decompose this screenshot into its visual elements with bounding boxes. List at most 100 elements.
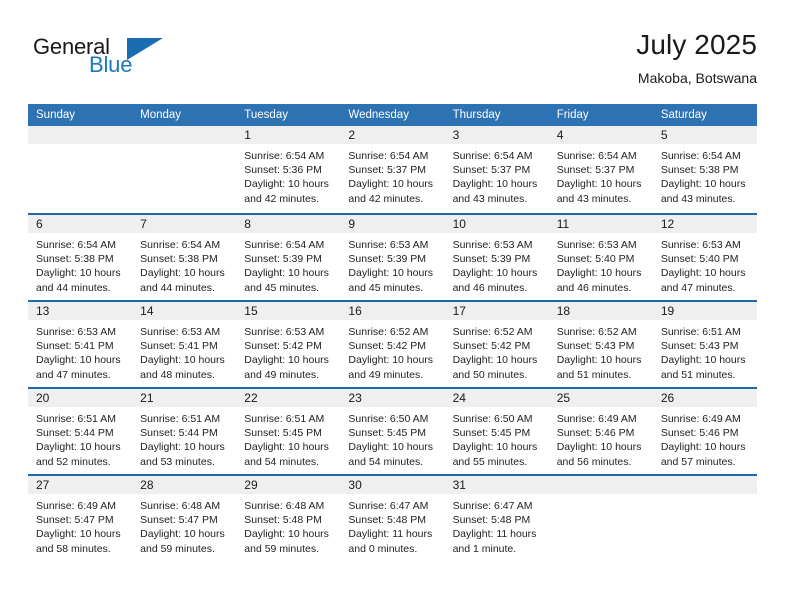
day-detail-line: Sunrise: 6:51 AM <box>140 413 221 425</box>
day-detail-line: Daylight: 10 hours <box>348 354 434 367</box>
day-detail-line: and 44 minutes. <box>36 281 111 294</box>
day-cell[interactable]: 31 Sunrise: 6:47 AM Sunset: 5:48 PM Dayligh… <box>444 476 549 561</box>
day-number: 22 <box>244 391 258 405</box>
day-cell[interactable]: 1 Sunrise: 6:54 AM Sunset: 5:36 PM Daylight… <box>236 126 341 213</box>
day-detail-line: Sunset: 5:48 PM <box>348 514 427 527</box>
day-cell[interactable]: 6 Sunrise: 6:54 AM Sunset: 5:38 PM Daylight… <box>28 215 133 300</box>
day-cell[interactable]: 11 Sunrise: 6:53 AM Sunset: 5:40 PM Dayligh… <box>548 215 653 300</box>
day-details: Sunrise: 6:53 AM Sunset: 5:41 PM Daylight:… <box>132 320 236 382</box>
day-cell[interactable]: 17 Sunrise: 6:52 AM Sunset: 5:42 PM Dayligh… <box>444 302 549 387</box>
day-cell[interactable]: 9 Sunrise: 6:53 AM Sunset: 5:39 PM Daylight… <box>340 215 445 300</box>
day-number: 6 <box>36 217 43 231</box>
day-detail-line: Daylight: 10 hours <box>452 441 538 454</box>
day-cell[interactable]: 5 Sunrise: 6:54 AM Sunset: 5:38 PM Daylight… <box>652 126 757 213</box>
calendar-week-row: 1 Sunrise: 6:54 AM Sunset: 5:36 PM Daylight… <box>28 126 757 213</box>
day-number: 28 <box>140 478 154 492</box>
day-cell[interactable]: 15 Sunrise: 6:53 AM Sunset: 5:42 PM Dayligh… <box>236 302 341 387</box>
day-number: 19 <box>660 304 675 318</box>
day-details: Sunrise: 6:54 AM Sunset: 5:38 PM Daylight:… <box>653 144 757 206</box>
day-detail-line: Sunset: 5:48 PM <box>452 514 531 527</box>
day-detail-line: Sunset: 5:41 PM <box>140 340 218 353</box>
day-number-band: 13 <box>28 302 133 320</box>
day-detail-line: Sunset: 5:40 PM <box>660 253 739 266</box>
day-cell[interactable]: 18 Sunrise: 6:52 AM Sunset: 5:43 PM Dayligh… <box>548 302 653 387</box>
day-cell[interactable]: 13 Sunrise: 6:53 AM Sunset: 5:41 PM Dayligh… <box>28 302 133 387</box>
day-number-band: 3 <box>444 126 549 144</box>
day-cell[interactable]: 3 Sunrise: 6:54 AM Sunset: 5:37 PM Daylight… <box>444 126 549 213</box>
day-number-band <box>652 476 757 494</box>
day-detail-line: Sunrise: 6:53 AM <box>660 239 741 251</box>
day-details: Sunrise: 6:51 AM Sunset: 5:43 PM Daylight:… <box>653 320 757 382</box>
day-details: Sunrise: 6:51 AM Sunset: 5:44 PM Daylight:… <box>132 407 236 469</box>
day-detail-line: Sunset: 5:44 PM <box>140 427 218 440</box>
day-number-band: 8 <box>236 215 341 233</box>
day-number-band: 6 <box>28 215 133 233</box>
day-number: 18 <box>556 304 571 318</box>
day-cell[interactable]: 12 Sunrise: 6:53 AM Sunset: 5:40 PM Dayligh… <box>652 215 757 300</box>
day-number: 4 <box>556 128 564 142</box>
day-details: Sunrise: 6:52 AM Sunset: 5:43 PM Daylight:… <box>549 320 653 382</box>
day-cell[interactable]: 2 Sunrise: 6:54 AM Sunset: 5:37 PM Daylight… <box>340 126 445 213</box>
day-number-band: 17 <box>444 302 549 320</box>
day-detail-line: Sunrise: 6:51 AM <box>36 413 116 425</box>
weekday-header-sunday: Sunday <box>36 109 76 121</box>
day-cell[interactable]: 14 Sunrise: 6:53 AM Sunset: 5:41 PM Dayligh… <box>132 302 237 387</box>
day-detail-line: Daylight: 10 hours <box>660 267 746 280</box>
day-cell[interactable]: 7 Sunrise: 6:54 AM Sunset: 5:38 PM Daylight… <box>132 215 237 300</box>
day-details: Sunrise: 6:54 AM Sunset: 5:38 PM Daylight:… <box>132 233 236 295</box>
day-cell[interactable]: 23 Sunrise: 6:50 AM Sunset: 5:45 PM Dayligh… <box>340 389 445 474</box>
day-detail-line: Daylight: 10 hours <box>660 178 746 191</box>
day-number: 14 <box>140 304 154 318</box>
day-details: Sunrise: 6:47 AM Sunset: 5:48 PM Daylight:… <box>445 494 549 556</box>
day-detail-line: Daylight: 10 hours <box>244 178 329 191</box>
day-detail-line: Daylight: 10 hours <box>556 267 642 280</box>
day-cell[interactable]: 28 Sunrise: 6:48 AM Sunset: 5:47 PM Dayligh… <box>132 476 237 561</box>
day-number-band: 4 <box>548 126 653 144</box>
day-cell[interactable]: 8 Sunrise: 6:54 AM Sunset: 5:39 PM Daylight… <box>236 215 341 300</box>
day-cell[interactable]: 29 Sunrise: 6:48 AM Sunset: 5:48 PM Dayligh… <box>236 476 341 561</box>
day-number-band: 11 <box>548 215 653 233</box>
day-details: Sunrise: 6:53 AM Sunset: 5:42 PM Daylight:… <box>236 320 340 382</box>
day-details: Sunrise: 6:49 AM Sunset: 5:46 PM Daylight:… <box>549 407 653 469</box>
day-detail-line: and 56 minutes. <box>556 455 632 468</box>
day-number-band: 15 <box>236 302 341 320</box>
day-details: Sunrise: 6:49 AM Sunset: 5:47 PM Daylight:… <box>28 494 132 556</box>
day-cell[interactable]: 22 Sunrise: 6:51 AM Sunset: 5:45 PM Dayligh… <box>236 389 341 474</box>
day-number: 17 <box>452 304 466 318</box>
day-detail-line: Daylight: 10 hours <box>140 528 225 541</box>
day-detail-line: Sunset: 5:39 PM <box>452 253 531 266</box>
day-detail-line: Sunrise: 6:53 AM <box>36 326 116 338</box>
day-cell[interactable]: 25 Sunrise: 6:49 AM Sunset: 5:46 PM Dayligh… <box>548 389 653 474</box>
day-cell[interactable]: 26 Sunrise: 6:49 AM Sunset: 5:46 PM Dayligh… <box>652 389 757 474</box>
day-detail-line: and 44 minutes. <box>140 281 215 294</box>
day-detail-line: and 42 minutes. <box>348 192 424 205</box>
day-cell[interactable]: 4 Sunrise: 6:54 AM Sunset: 5:37 PM Daylight… <box>548 126 653 213</box>
day-detail-line: Sunset: 5:45 PM <box>244 427 322 440</box>
day-details: Sunrise: 6:53 AM Sunset: 5:39 PM Daylight:… <box>340 233 444 295</box>
day-number: 13 <box>36 304 50 318</box>
day-cell[interactable]: 10 Sunrise: 6:53 AM Sunset: 5:39 PM Dayligh… <box>444 215 549 300</box>
day-cell[interactable]: 24 Sunrise: 6:50 AM Sunset: 5:45 PM Dayligh… <box>444 389 549 474</box>
day-detail-line: and 54 minutes. <box>244 455 319 468</box>
day-detail-line: and 49 minutes. <box>244 368 319 381</box>
day-number: 27 <box>36 478 50 492</box>
day-number-band: 18 <box>548 302 653 320</box>
day-cell[interactable]: 30 Sunrise: 6:47 AM Sunset: 5:48 PM Dayligh… <box>340 476 445 561</box>
day-detail-line: Sunset: 5:37 PM <box>452 164 531 177</box>
day-detail-line: and 55 minutes. <box>452 455 528 468</box>
day-detail-line: Sunset: 5:39 PM <box>244 253 322 266</box>
day-cell[interactable]: 16 Sunrise: 6:52 AM Sunset: 5:42 PM Dayligh… <box>340 302 445 387</box>
day-cell[interactable]: 27 Sunrise: 6:49 AM Sunset: 5:47 PM Dayligh… <box>28 476 133 561</box>
day-number: 31 <box>452 478 466 492</box>
day-number: 21 <box>140 391 154 405</box>
day-cell[interactable]: 21 Sunrise: 6:51 AM Sunset: 5:44 PM Dayligh… <box>132 389 237 474</box>
day-details: Sunrise: 6:51 AM Sunset: 5:45 PM Daylight:… <box>236 407 340 469</box>
weekday-header-saturday: Saturday <box>660 109 707 121</box>
general-blue-logo[interactable]: General Blue <box>33 36 193 96</box>
day-cell[interactable]: 19 Sunrise: 6:51 AM Sunset: 5:43 PM Dayligh… <box>652 302 757 387</box>
calendar-week-row: 6 Sunrise: 6:54 AM Sunset: 5:38 PM Daylight… <box>28 213 757 300</box>
day-detail-line: Daylight: 10 hours <box>244 528 329 541</box>
day-cell[interactable]: 20 Sunrise: 6:51 AM Sunset: 5:44 PM Dayligh… <box>28 389 133 474</box>
day-details <box>653 494 757 499</box>
day-detail-line: Daylight: 10 hours <box>556 441 642 454</box>
